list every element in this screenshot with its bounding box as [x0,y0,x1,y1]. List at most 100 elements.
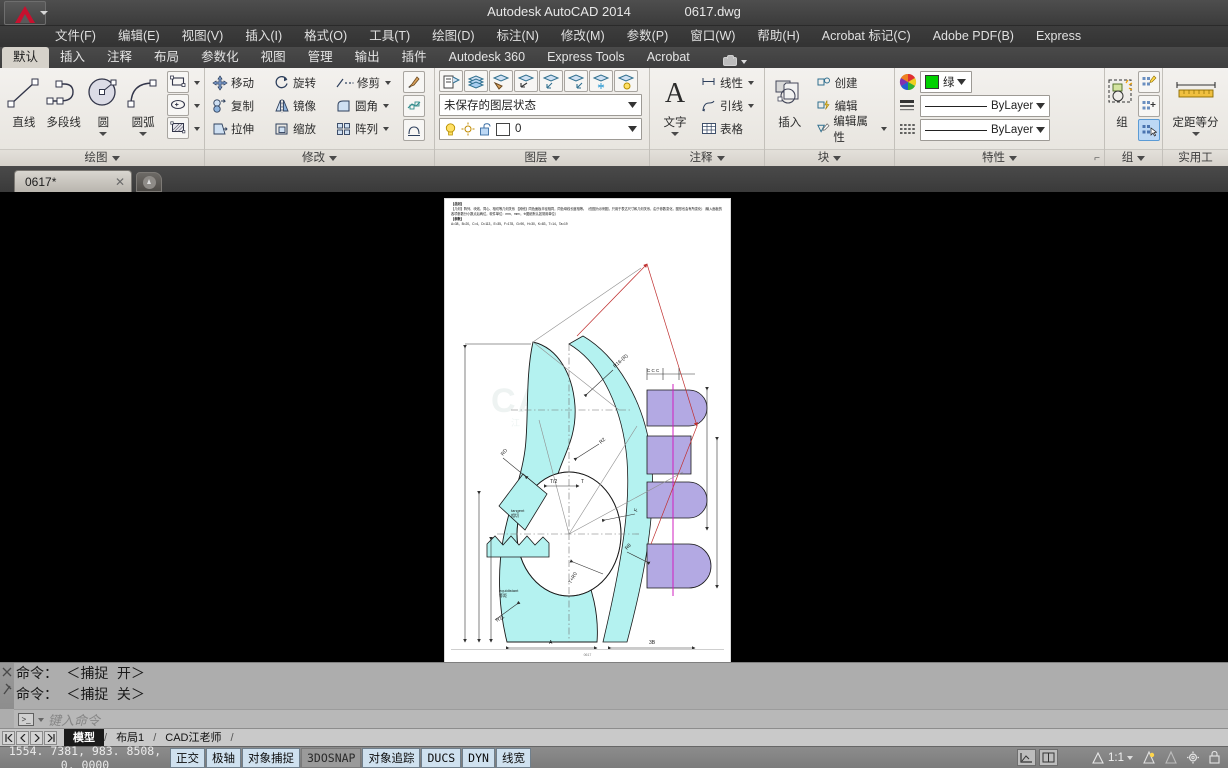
current-layer-combo[interactable]: 0 [439,118,642,140]
draw-rectangle-button[interactable] [167,70,200,94]
draw-circle-button[interactable]: 圆 [84,71,124,136]
command-history-dropdown-icon[interactable] [38,717,44,722]
layer-off-icon[interactable] [614,70,638,92]
ribbon-tab-10[interactable]: Express Tools [536,47,636,68]
menu-item-7[interactable]: 标注(N) [486,26,550,47]
fillet-dropdown-icon[interactable] [383,103,389,108]
ribbon-tab-7[interactable]: 输出 [344,47,391,68]
draw-line-button[interactable]: 直线 [4,71,44,130]
modify-mirror-button[interactable]: 镜像 [271,94,333,117]
panel-expand-icon[interactable] [1137,155,1146,161]
ribbon-tab-1[interactable]: 插入 [49,47,96,68]
status-toggle-极轴[interactable]: 极轴 [206,747,241,768]
block-insert-button[interactable]: 插入 [769,71,811,130]
panel-annotation-title[interactable]: 注释 [650,149,764,166]
menu-item-12[interactable]: Acrobat 标记(C) [811,26,922,47]
modify-trim-button[interactable]: 修剪 [333,71,401,94]
menu-item-2[interactable]: 视图(V) [171,26,235,47]
add-to-group-icon[interactable] [1138,95,1160,117]
status-toggle-线宽[interactable]: 线宽 [495,747,531,768]
ribbon-tab-2[interactable]: 注释 [96,47,143,68]
upload-tab-icon[interactable] [136,172,162,192]
status-toggle-3DOSNAP[interactable]: 3DOSNAP [301,747,362,768]
layer-freeze-icon[interactable] [589,70,613,92]
panel-expand-icon[interactable] [716,155,725,161]
group-selection-icon[interactable] [1138,119,1160,141]
menu-item-0[interactable]: 文件(F) [44,26,107,47]
next-layout-icon[interactable] [30,730,43,745]
ribbon-tab-11[interactable]: Acrobat [636,47,701,68]
command-window-grip[interactable] [0,663,14,709]
panel-block-title[interactable]: 块 [765,149,894,166]
chevron-down-icon[interactable] [955,72,969,92]
layout-viewport-icon[interactable] [1039,749,1058,766]
trim-dropdown-icon[interactable] [385,80,391,85]
lineweight-combo[interactable]: ByLayer [920,95,1051,117]
modify-scale-button[interactable]: 缩放 [271,117,333,140]
panel-properties-title[interactable]: 特性 ⌐ [895,149,1104,166]
edit-group-icon[interactable] [1138,71,1160,93]
group-create-button[interactable]: 组 [1107,71,1137,130]
chevron-down-icon[interactable] [1033,120,1047,140]
model-space-icon[interactable] [1017,749,1036,766]
panel-expand-icon[interactable] [329,155,337,161]
draw-ellipse-button[interactable] [167,93,200,117]
status-toggle-对象捕捉[interactable]: 对象捕捉 [242,747,300,768]
drawing-canvas[interactable]: 【总则】 【几何】阵列、块线、同心、相切等几何关系 【其他】同色面板半径相同，同… [0,192,1228,662]
linetype-combo[interactable]: ByLayer [920,119,1051,141]
ribbon-tab-9[interactable]: Autodesk 360 [438,47,536,68]
lock-toolbars-icon[interactable] [1205,749,1224,766]
menu-item-8[interactable]: 修改(M) [550,26,616,47]
color-wheel-icon[interactable] [899,73,917,91]
panel-dialog-launcher-icon[interactable]: ⌐ [1094,150,1100,167]
modify-copy-button[interactable]: 复制 [209,94,271,117]
settings-gear-icon[interactable] [1183,749,1202,766]
rectangle-dropdown-icon[interactable] [194,80,200,85]
panel-expand-icon[interactable] [833,155,842,161]
layer-state-combo[interactable]: 未保存的图层状态 [439,94,642,116]
draw-hatch-button[interactable] [167,116,200,140]
close-icon[interactable]: ✕ [107,175,125,189]
panel-expand-icon[interactable] [551,155,560,161]
document-tab-0617[interactable]: 0617* ✕ [14,170,132,192]
chevron-down-icon[interactable] [625,119,639,139]
menu-item-3[interactable]: 插入(I) [234,26,293,47]
chevron-down-icon[interactable] [1033,96,1047,116]
annotation-text-button[interactable]: A 文字 [654,71,696,136]
object-color-combo[interactable]: 绿 [920,71,972,93]
layer-unisolate-icon[interactable] [564,70,588,92]
panel-layer-title[interactable]: 图层 [435,149,649,166]
explode-icon[interactable] [403,95,425,117]
menu-item-14[interactable]: Express [1025,26,1092,47]
command-input[interactable]: 键入命令 [48,710,100,729]
status-toggle-DYN[interactable]: DYN [462,747,495,768]
annotation-auto-scale-icon[interactable] [1161,749,1180,766]
menu-item-4[interactable]: 格式(O) [293,26,358,47]
layer-stack-icon[interactable] [464,70,488,92]
array-dropdown-icon[interactable] [383,126,389,131]
chevron-down-icon[interactable] [740,59,747,64]
hatch-dropdown-icon[interactable] [194,126,200,131]
panel-group-title[interactable]: 组 [1105,149,1162,166]
annotation-leader-button[interactable]: 引线 [698,94,757,117]
chevron-down-icon[interactable] [625,95,639,115]
lineweight-icon[interactable] [899,98,917,114]
modify-array-button[interactable]: 阵列 [333,117,401,140]
status-toggle-对象追踪[interactable]: 对象追踪 [362,747,421,768]
coordinates-display[interactable]: 1554. 7381, 983. 8508, 0. 0000 [0,744,170,768]
ribbon-tab-5[interactable]: 视图 [250,47,297,68]
measure-dropdown-icon[interactable] [1191,132,1200,136]
panel-utilities-title[interactable]: 实用工 [1163,149,1228,166]
status-toggle-正交[interactable]: 正交 [170,747,205,768]
modify-rotate-button[interactable]: 旋转 [271,71,333,94]
modify-fillet-button[interactable]: 圆角 [333,94,401,117]
layer-previous-icon[interactable] [514,70,538,92]
ellipse-dropdown-icon[interactable] [194,103,200,108]
break-icon[interactable] [403,119,425,141]
annotation-scale-control[interactable]: 1:1 [1088,751,1136,765]
utilities-measure-button[interactable]: 定距等分 [1168,71,1224,136]
command-input-row[interactable]: >_ 键入命令 [14,709,1228,729]
menu-item-10[interactable]: 窗口(W) [679,26,746,47]
circle-dropdown-icon[interactable] [99,132,108,136]
menu-item-5[interactable]: 工具(T) [358,26,421,47]
